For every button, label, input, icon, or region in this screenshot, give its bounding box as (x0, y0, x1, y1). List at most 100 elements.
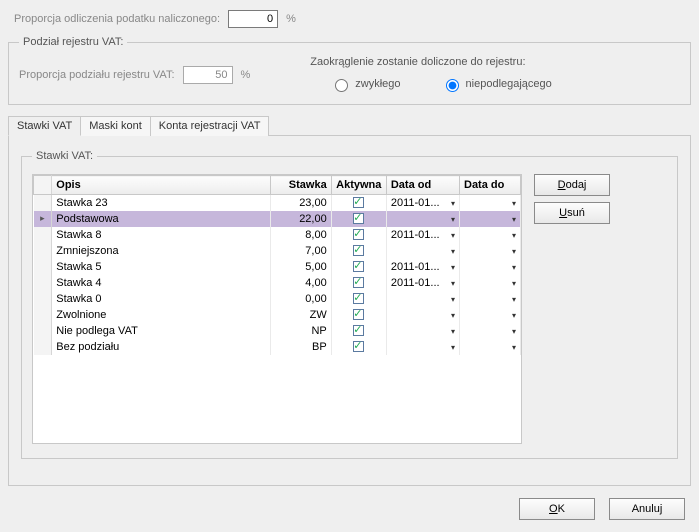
cell-datado[interactable]: ▾ (460, 259, 521, 275)
chevron-down-icon[interactable]: ▾ (451, 199, 455, 208)
cell-datado[interactable]: ▾ (460, 275, 521, 291)
table-row[interactable]: Zmniejszona7,00▾▾ (34, 243, 521, 259)
checkbox-icon[interactable] (353, 245, 364, 256)
cell-datado[interactable]: ▾ (460, 227, 521, 243)
checkbox-icon[interactable] (353, 325, 364, 336)
chevron-down-icon[interactable]: ▾ (451, 311, 455, 320)
chevron-down-icon[interactable]: ▾ (512, 231, 516, 240)
cell-datado[interactable]: ▾ (460, 243, 521, 259)
cell-aktywna[interactable] (331, 291, 386, 307)
cell-dataod[interactable]: ▾ (386, 339, 459, 355)
table-row[interactable]: Bez podziałuBP▾▾ (34, 339, 521, 355)
checkbox-icon[interactable] (353, 197, 364, 208)
table-row[interactable]: Stawka 88,002011-01...▾▾ (34, 227, 521, 243)
chevron-down-icon[interactable]: ▾ (451, 215, 455, 224)
checkbox-icon[interactable] (353, 341, 364, 352)
table-row[interactable]: Stawka 55,002011-01...▾▾ (34, 259, 521, 275)
cell-dataod[interactable]: ▾ (386, 323, 459, 339)
ok-button[interactable]: OK (519, 498, 595, 520)
tab-stawki-vat[interactable]: Stawki VAT (8, 116, 81, 136)
chevron-down-icon[interactable]: ▾ (512, 295, 516, 304)
dodaj-button[interactable]: Dodaj (534, 174, 610, 196)
col-dataod[interactable]: Data od (386, 176, 459, 195)
chevron-down-icon[interactable]: ▾ (512, 199, 516, 208)
chevron-down-icon[interactable]: ▾ (451, 327, 455, 336)
table-row[interactable]: Podstawowa22,00 ▾ ▾ (34, 211, 521, 227)
cell-datado[interactable]: ▾ (460, 195, 521, 211)
table-row[interactable]: ZwolnioneZW▾▾ (34, 307, 521, 323)
cell-datado[interactable]: ▾ (460, 323, 521, 339)
row-marker (34, 307, 52, 323)
cell-aktywna[interactable] (331, 323, 386, 339)
cell-aktywna[interactable] (331, 211, 386, 227)
cell-aktywna[interactable] (331, 243, 386, 259)
cell-dataod[interactable]: 2011-01...▾ (386, 275, 459, 291)
cell-datado[interactable]: ▾ (460, 291, 521, 307)
tab-konta-rejestracji[interactable]: Konta rejestracji VAT (150, 116, 270, 136)
podzial-rejestru-group: Podział rejestru VAT: Proporcja podziału… (8, 36, 691, 105)
cell-stawka: 8,00 (270, 227, 331, 243)
checkbox-icon[interactable] (353, 229, 364, 240)
cell-stawka: ZW (270, 307, 331, 323)
checkbox-icon[interactable] (353, 309, 364, 320)
cell-stawka: 5,00 (270, 259, 331, 275)
cell-datado[interactable]: ▾ (460, 307, 521, 323)
cell-dataod[interactable]: ▾ (386, 211, 459, 227)
cell-dataod[interactable]: 2011-01...▾ (386, 227, 459, 243)
cell-dataod[interactable]: ▾ (386, 307, 459, 323)
cell-aktywna[interactable] (331, 259, 386, 275)
col-stawka[interactable]: Stawka (270, 176, 331, 195)
cell-opis: Nie podlega VAT (52, 323, 270, 339)
chevron-down-icon[interactable]: ▾ (512, 327, 516, 336)
chevron-down-icon[interactable]: ▾ (512, 279, 516, 288)
checkbox-icon[interactable] (353, 213, 364, 224)
cell-aktywna[interactable] (331, 195, 386, 211)
cell-dataod[interactable]: 2011-01...▾ (386, 195, 459, 211)
chevron-down-icon[interactable]: ▾ (451, 343, 455, 352)
table-row[interactable]: Stawka 2323,002011-01...▾▾ (34, 195, 521, 211)
checkbox-icon[interactable] (353, 261, 364, 272)
cell-aktywna[interactable] (331, 307, 386, 323)
radio-niepodlegajacego[interactable]: niepodlegającego (441, 76, 552, 92)
col-opis[interactable]: Opis (52, 176, 270, 195)
cell-stawka: 22,00 (270, 211, 331, 227)
chevron-down-icon[interactable]: ▾ (451, 263, 455, 272)
chevron-down-icon[interactable]: ▾ (451, 231, 455, 240)
cell-stawka: 4,00 (270, 275, 331, 291)
chevron-down-icon[interactable]: ▾ (512, 343, 516, 352)
chevron-down-icon[interactable]: ▾ (451, 295, 455, 304)
anuluj-button[interactable]: Anuluj (609, 498, 685, 520)
row-marker (34, 339, 52, 355)
cell-opis: Podstawowa (52, 211, 270, 227)
col-aktywna[interactable]: Aktywna (331, 176, 386, 195)
cell-datado[interactable]: ▾ (460, 339, 521, 355)
radio-zwyklego[interactable]: zwykłego (330, 76, 400, 92)
cell-dataod[interactable]: ▾ (386, 243, 459, 259)
col-datado[interactable]: Data do (460, 176, 521, 195)
table-row[interactable]: Stawka 00,00▾▾ (34, 291, 521, 307)
chevron-down-icon[interactable]: ▾ (512, 215, 516, 224)
percent-sign: % (286, 13, 296, 25)
chevron-down-icon[interactable]: ▾ (512, 247, 516, 256)
chevron-down-icon[interactable]: ▾ (451, 279, 455, 288)
cell-dataod[interactable]: 2011-01...▾ (386, 259, 459, 275)
cell-aktywna[interactable] (331, 339, 386, 355)
col-marker (34, 176, 52, 195)
checkbox-icon[interactable] (353, 277, 364, 288)
usun-button[interactable]: Usuń (534, 202, 610, 224)
chevron-down-icon[interactable]: ▾ (512, 263, 516, 272)
cell-datado[interactable]: ▾ (460, 211, 521, 227)
stawki-grid[interactable]: Opis Stawka Aktywna Data od Data do Staw… (32, 174, 522, 444)
proporcja-odliczenia-input[interactable] (228, 10, 278, 28)
table-row[interactable]: Nie podlega VATNP ▾ ▾ (34, 323, 521, 339)
checkbox-icon[interactable] (353, 293, 364, 304)
tab-maski-kont[interactable]: Maski kont (80, 116, 151, 136)
cell-dataod[interactable]: ▾ (386, 291, 459, 307)
chevron-down-icon[interactable]: ▾ (512, 311, 516, 320)
row-marker (34, 195, 52, 211)
table-row[interactable]: Stawka 44,002011-01...▾▾ (34, 275, 521, 291)
cell-aktywna[interactable] (331, 275, 386, 291)
cell-aktywna[interactable] (331, 227, 386, 243)
chevron-down-icon[interactable]: ▾ (451, 247, 455, 256)
cell-stawka: NP (270, 323, 331, 339)
